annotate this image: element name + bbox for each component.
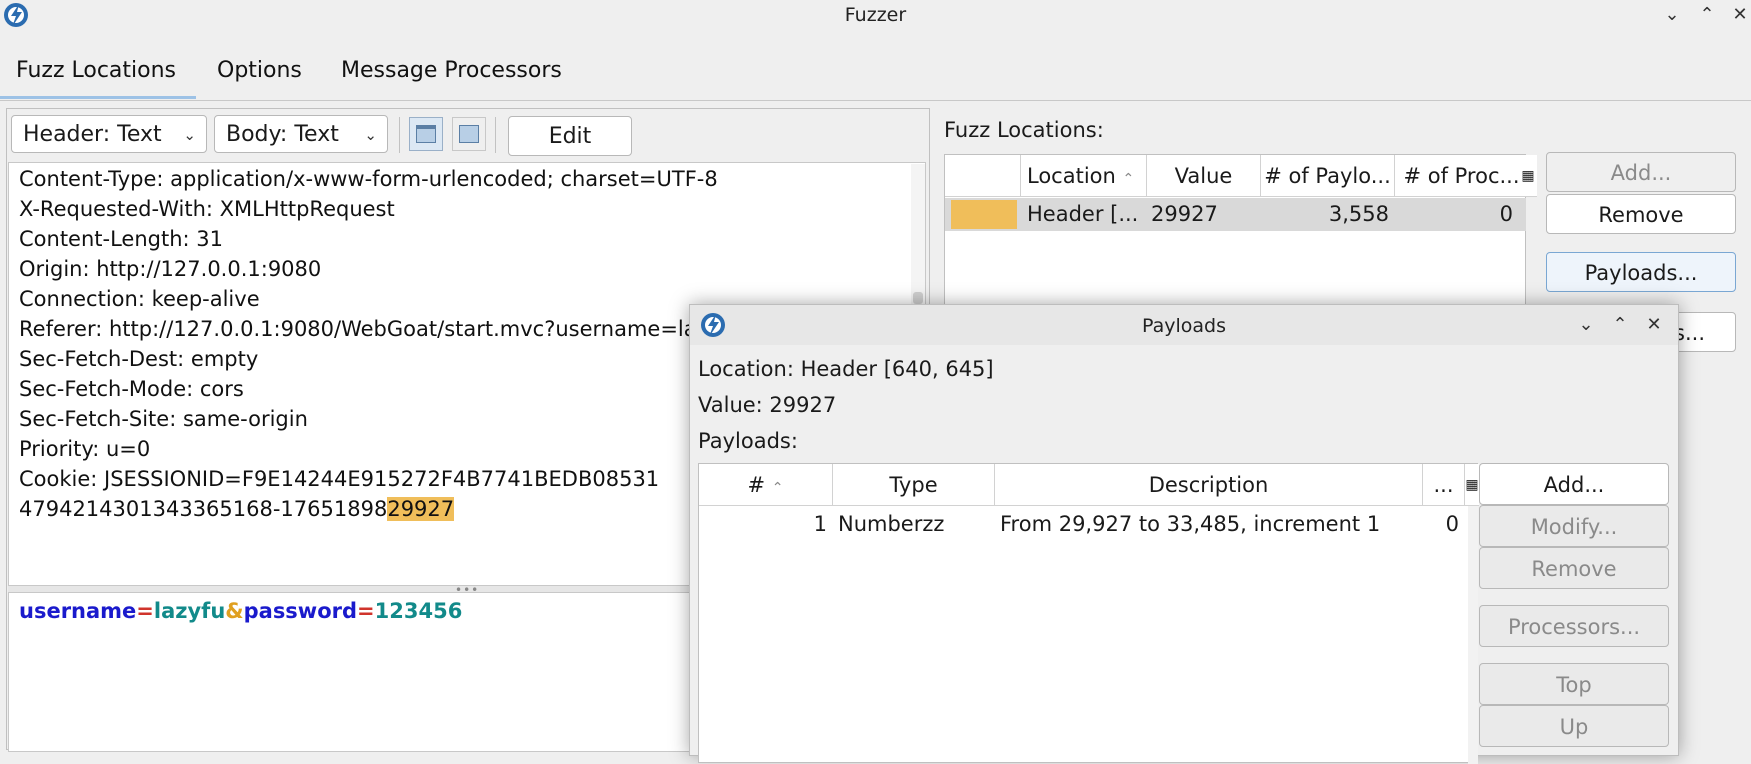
toolbar-separator [399,117,400,153]
remove-payload-button[interactable]: Remove [1479,547,1669,589]
processors-payload-button[interactable]: Processors... [1479,605,1669,647]
header-line-cookie-cont: 4794214301343365168-1765189829927 [19,497,455,521]
cell-payload-count: 3,558 [1328,202,1389,226]
header-line: Priority: u=0 [19,437,151,461]
minimize-icon[interactable]: ⌄ [1573,312,1599,338]
column-control-icon[interactable]: ▦ [1465,464,1479,506]
body-line: username=lazyfu&password=123456 [19,599,462,623]
tab-message-processors[interactable]: Message Processors [341,58,562,83]
column-control-icon[interactable]: ▦ [1519,155,1537,197]
payloads-dialog: Payloads ⌄ ⌃ ✕ Location: Header [640, 64… [689,304,1679,764]
cell-extra: 0 [1445,512,1459,536]
column-header-extra[interactable]: ... [1423,464,1465,506]
body-value: 123456 [374,599,463,623]
header-line: Sec-Fetch-Mode: cors [19,377,244,401]
sort-ascending-icon: ⌃ [771,480,784,496]
cell-location: Header [... [1027,202,1139,226]
body-equals: = [357,599,375,623]
body-ampersand: & [225,599,244,623]
column-header-payloads[interactable]: # of Paylo... [1261,155,1395,197]
column-header-number[interactable]: # ⌃ [699,464,833,506]
location-color-swatch [951,200,1017,229]
active-tab-indicator [0,96,196,99]
move-top-button[interactable]: Top [1479,663,1669,705]
cell-value: 29927 [1151,202,1218,226]
column-label: # [747,473,766,497]
location-info: Location: Header [640, 645] [698,357,994,381]
sort-ascending-icon: ⌃ [1122,171,1135,187]
fuzz-location-highlight[interactable]: 29927 [387,497,455,521]
header-line: Sec-Fetch-Dest: empty [19,347,259,371]
add-payload-button[interactable]: Add... [1479,463,1669,505]
header-view-value: Header: Text [23,122,162,147]
column-header-value[interactable]: Value [1147,155,1261,197]
body-key: password [243,599,358,623]
column-header-location[interactable]: Location ⌃ [1021,155,1147,197]
chevron-down-icon: ⌄ [364,126,377,144]
split-horizontal-layout-button[interactable] [409,117,443,151]
fuzz-locations-label: Fuzz Locations: [944,118,1104,142]
column-header-description[interactable]: Description [995,464,1423,506]
toolbar-separator [495,117,496,153]
window-title: Fuzzer [844,4,907,26]
header-line: Origin: http://127.0.0.1:9080 [19,257,322,281]
fuzz-locations-table[interactable]: Location ⌃ Value # of Paylo... # of Proc… [944,154,1537,309]
header-line: Sec-Fetch-Site: same-origin [19,407,308,431]
header-line: Content-Length: 31 [19,227,224,251]
header-line: Connection: keep-alive [19,287,260,311]
cell-description: From 29,927 to 33,485, increment 1 [1000,512,1381,536]
header-view-select[interactable]: Header: Text ⌄ [11,115,207,153]
body-view-value: Body: Text [226,122,339,147]
cell-processor-count: 0 [1499,202,1513,226]
header-line: Content-Type: application/x-www-form-url… [19,167,718,191]
maximize-icon[interactable]: ⌃ [1607,312,1633,338]
add-location-button[interactable]: Add... [1546,152,1736,192]
tab-fuzz-locations[interactable]: Fuzz Locations [16,58,176,83]
maximize-icon[interactable]: ⌃ [1694,2,1720,28]
value-info: Value: 29927 [698,393,837,417]
header-scrollbar-thumb[interactable] [913,292,923,304]
cell-number: 1 [813,512,827,536]
dialog-title: Payloads [1142,315,1226,337]
body-view-select[interactable]: Body: Text ⌄ [214,115,388,153]
payloads-label: Payloads: [698,429,798,453]
column-header-color [945,155,1021,197]
minimize-icon[interactable]: ⌄ [1659,2,1685,28]
tabbed-layout-button[interactable] [452,117,486,151]
payloads-table[interactable]: # ⌃ Type Description ... ▦ 1 Numberzz Fr… [698,463,1479,764]
body-equals: = [136,599,154,623]
payloads-button[interactable]: Payloads... [1546,252,1736,292]
payloads-scrollbar[interactable] [1468,506,1478,764]
cell-type: Numberzz [838,512,945,536]
close-icon[interactable]: ✕ [1727,2,1751,28]
column-label: Location [1027,164,1116,188]
chevron-down-icon: ⌄ [183,126,196,144]
body-value: lazyfu [153,599,226,623]
header-line: Cookie: JSESSIONID=F9E14244E915272F4B774… [19,467,660,491]
column-header-type[interactable]: Type [833,464,995,506]
remove-location-button[interactable]: Remove [1546,194,1736,234]
close-icon[interactable]: ✕ [1641,312,1667,338]
edit-button[interactable]: Edit [508,116,632,156]
body-key: username [19,599,137,623]
modify-payload-button[interactable]: Modify... [1479,505,1669,547]
header-line: X-Requested-With: XMLHttpRequest [19,197,395,221]
move-up-button[interactable]: Up [1479,705,1669,747]
cookie-prefix: 4794214301343365168-17651898 [19,497,388,521]
tab-options[interactable]: Options [217,58,302,83]
header-line: Referer: http://127.0.0.1:9080/WebGoat/s… [19,317,708,341]
column-header-processors[interactable]: # of Proc... [1395,155,1529,197]
